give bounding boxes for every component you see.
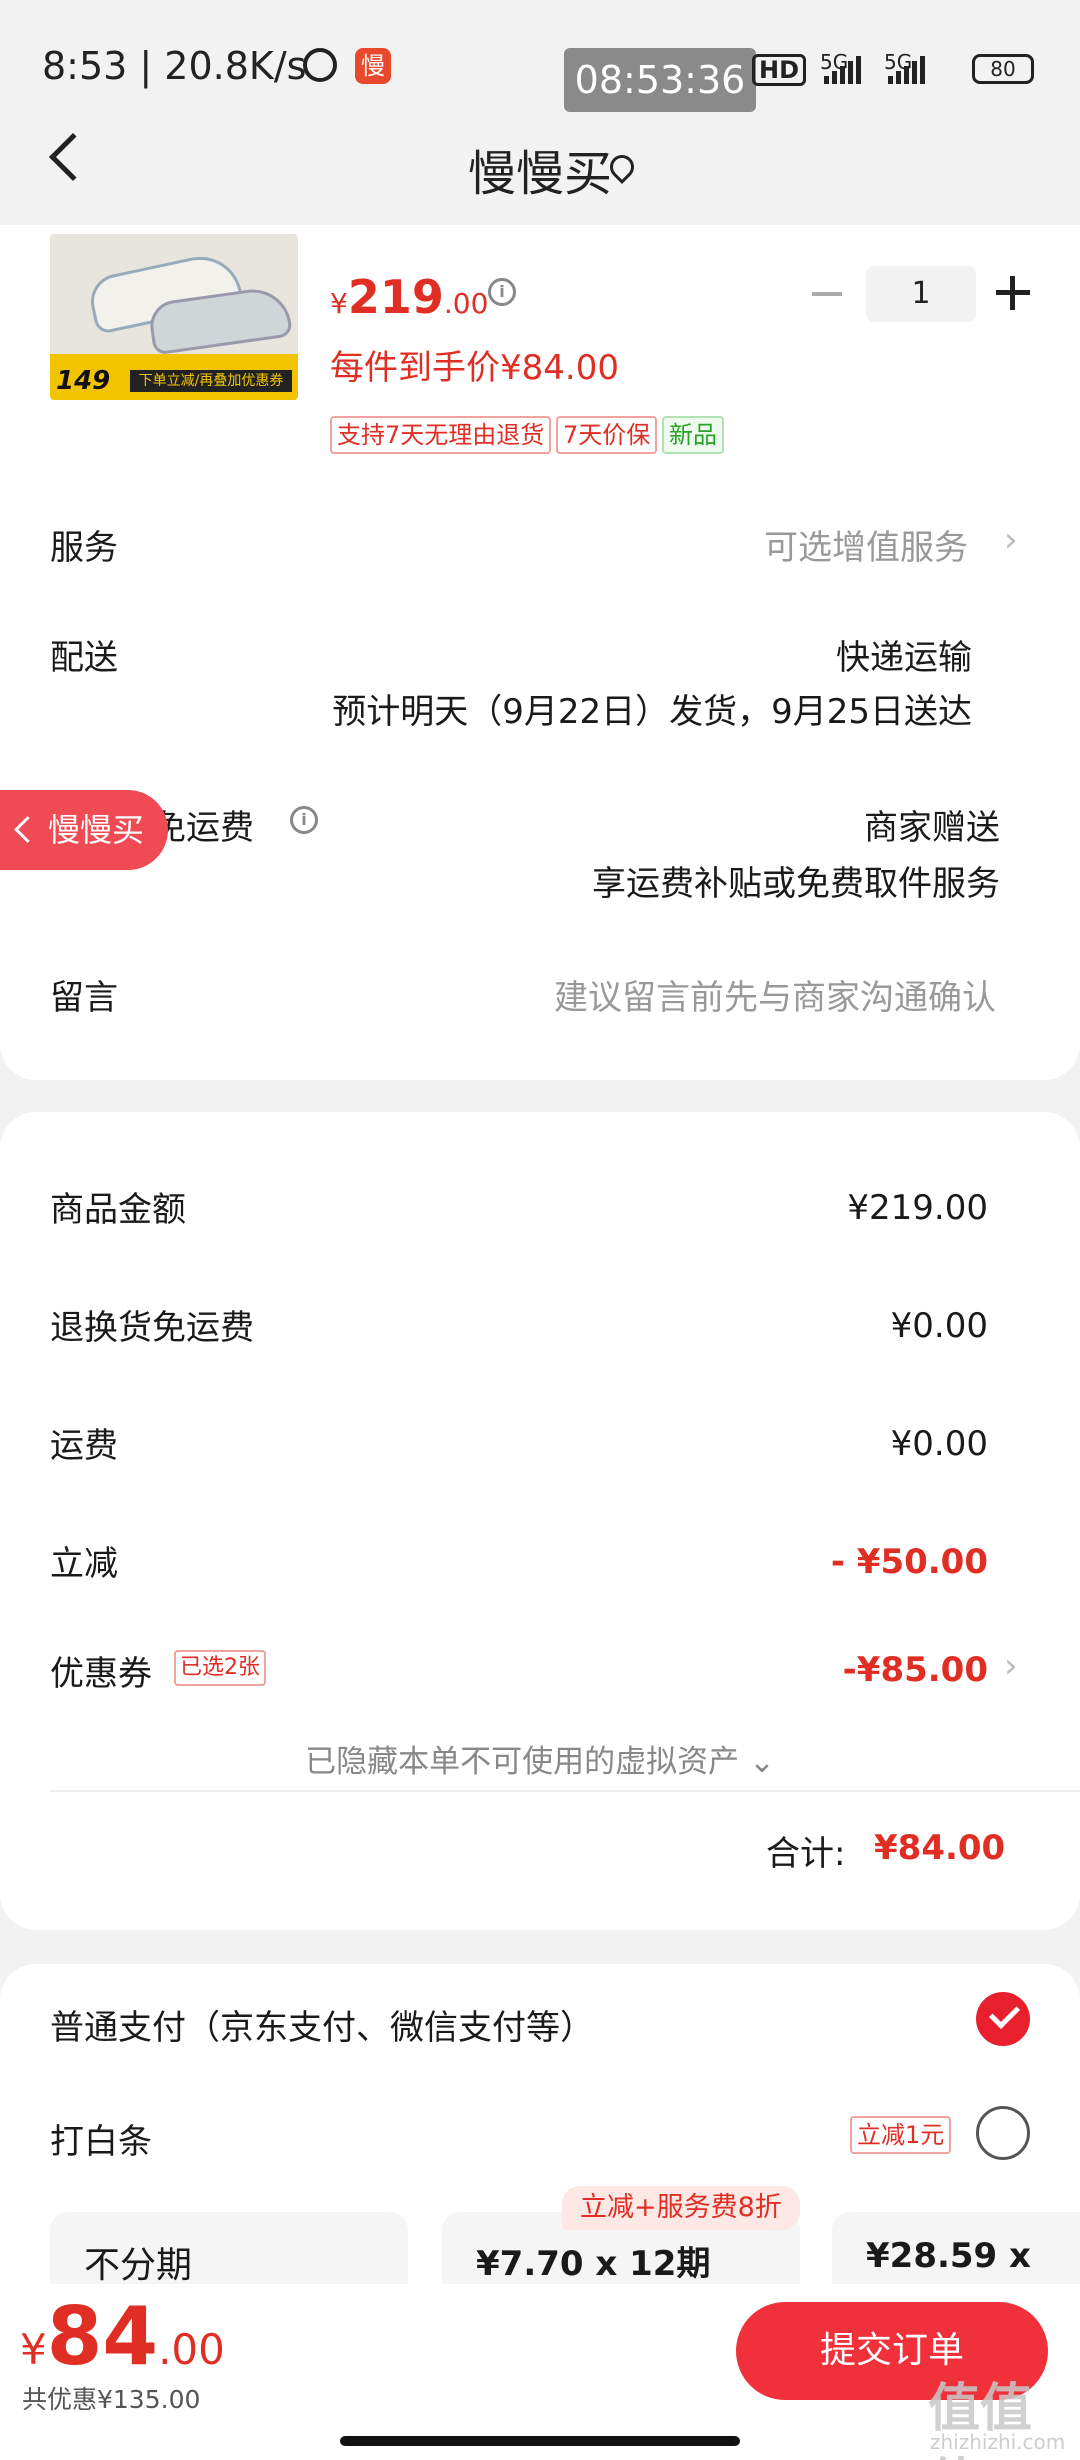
coupon-label: 优惠券 bbox=[50, 1654, 152, 1694]
installment-promo-badge: 立减+服务费8折 bbox=[562, 2186, 800, 2230]
product-thumbnail[interactable]: 149 下单立减/再叠加优惠券 bbox=[50, 234, 298, 400]
app-notification-icon: 慢 bbox=[355, 48, 391, 84]
price-info-icon[interactable]: i bbox=[488, 278, 516, 306]
delivery-method[interactable]: 快递运输 bbox=[836, 630, 972, 679]
signal-icon bbox=[888, 56, 925, 84]
price-decimal: .00 bbox=[443, 287, 489, 320]
currency-symbol: ¥ bbox=[330, 287, 348, 320]
checked-icon[interactable] bbox=[976, 1992, 1030, 2046]
increase-quantity-button[interactable] bbox=[996, 276, 1030, 310]
discount-label: 立减 bbox=[50, 1544, 118, 1584]
goods-amount-value: ¥219.00 bbox=[847, 1188, 988, 1228]
shipping-label: 运费 bbox=[50, 1426, 118, 1466]
final-price-decimal: .00 bbox=[158, 2325, 225, 2374]
hd-icon: HD bbox=[752, 54, 807, 86]
coupon-count-badge: 已选2张 bbox=[174, 1650, 266, 1686]
manmanmai-float-button[interactable]: 慢慢买 bbox=[0, 790, 168, 870]
plan-label: 不分期 bbox=[84, 2245, 193, 2286]
return-fee-label: 退换货免运费 bbox=[50, 1308, 254, 1348]
final-price: ¥84.00 bbox=[20, 2290, 225, 2383]
home-indicator[interactable] bbox=[340, 2436, 740, 2446]
alarm-icon bbox=[303, 48, 337, 82]
coupon-value[interactable]: -¥85.00 bbox=[843, 1650, 988, 1690]
return-shipping-desc: 享运费补贴或免费取件服务 bbox=[592, 864, 1000, 904]
final-price-integer: 84 bbox=[46, 2290, 159, 2383]
thumbnail-promo: 下单立减/再叠加优惠券 bbox=[130, 370, 292, 392]
thumbnail-price: 149 bbox=[56, 366, 111, 396]
plan-label: ¥7.70 x 12期 bbox=[476, 2244, 711, 2284]
chevron-down-icon: ⌄ bbox=[748, 1744, 775, 1780]
quantity-field[interactable]: 1 bbox=[866, 266, 976, 322]
service-value[interactable]: 可选增值服务 bbox=[764, 520, 968, 569]
amount-summary-card bbox=[0, 1112, 1080, 1930]
hidden-assets-toggle[interactable]: 已隐藏本单不可使用的虚拟资产 ⌄ bbox=[0, 1736, 1080, 1781]
divider bbox=[50, 1790, 1080, 1792]
page-title: 慢慢买 bbox=[467, 146, 612, 202]
chevron-right-icon[interactable]: › bbox=[1004, 1646, 1018, 1686]
total-label: 合计: bbox=[766, 1834, 846, 1874]
battery-icon: 80 bbox=[972, 54, 1034, 84]
message-label: 留言 bbox=[50, 978, 118, 1018]
status-time: 8:53 | 20.8K/s bbox=[42, 44, 307, 88]
return-shipping-value: 商家赠送 bbox=[864, 808, 1000, 848]
goods-amount-label: 商品金额 bbox=[50, 1190, 186, 1230]
price-integer: 219 bbox=[347, 270, 444, 324]
chevron-right-icon[interactable]: › bbox=[1004, 520, 1018, 560]
delivery-label: 配送 bbox=[50, 638, 118, 678]
signal-icon bbox=[824, 56, 861, 84]
service-label: 服务 bbox=[50, 528, 118, 568]
product-price: ¥219.00 bbox=[330, 270, 488, 324]
currency-symbol: ¥ bbox=[20, 2325, 47, 2374]
total-value: ¥84.00 bbox=[874, 1828, 1006, 1868]
clock-overlay: 08:53:36 bbox=[564, 48, 756, 112]
watermark-url: zhizhizhi.com bbox=[930, 2430, 1066, 2454]
discount-value: - ¥50.00 bbox=[830, 1542, 988, 1582]
tag-7day-return: 支持7天无理由退货 bbox=[330, 416, 552, 454]
delivery-eta: 预计明天（9月22日）发货，9月25日送达 bbox=[332, 692, 972, 732]
hidden-assets-text: 已隐藏本单不可使用的虚拟资产 bbox=[305, 1744, 740, 1780]
return-fee-value: ¥0.00 bbox=[890, 1306, 988, 1346]
return-info-icon[interactable]: i bbox=[290, 806, 318, 834]
total-savings: 共优惠¥135.00 bbox=[22, 2385, 201, 2414]
baitiao-option[interactable]: 打白条 bbox=[50, 2114, 152, 2163]
shipping-value: ¥0.00 bbox=[890, 1424, 988, 1464]
baitiao-discount-tag: 立减1元 bbox=[850, 2116, 952, 2154]
plan-label: ¥28.59 x bbox=[866, 2236, 1031, 2276]
normal-payment-option[interactable]: 普通支付（京东支付、微信支付等） bbox=[50, 2000, 594, 2049]
message-input[interactable]: 建议留言前先与商家沟通确认 bbox=[554, 970, 996, 1019]
decrease-quantity-button[interactable] bbox=[812, 292, 842, 296]
unchecked-icon[interactable] bbox=[976, 2106, 1030, 2160]
per-item-price: 每件到手价¥84.00 bbox=[330, 348, 619, 388]
tag-new: 新品 bbox=[662, 416, 724, 454]
tag-price-protect: 7天价保 bbox=[556, 416, 658, 454]
